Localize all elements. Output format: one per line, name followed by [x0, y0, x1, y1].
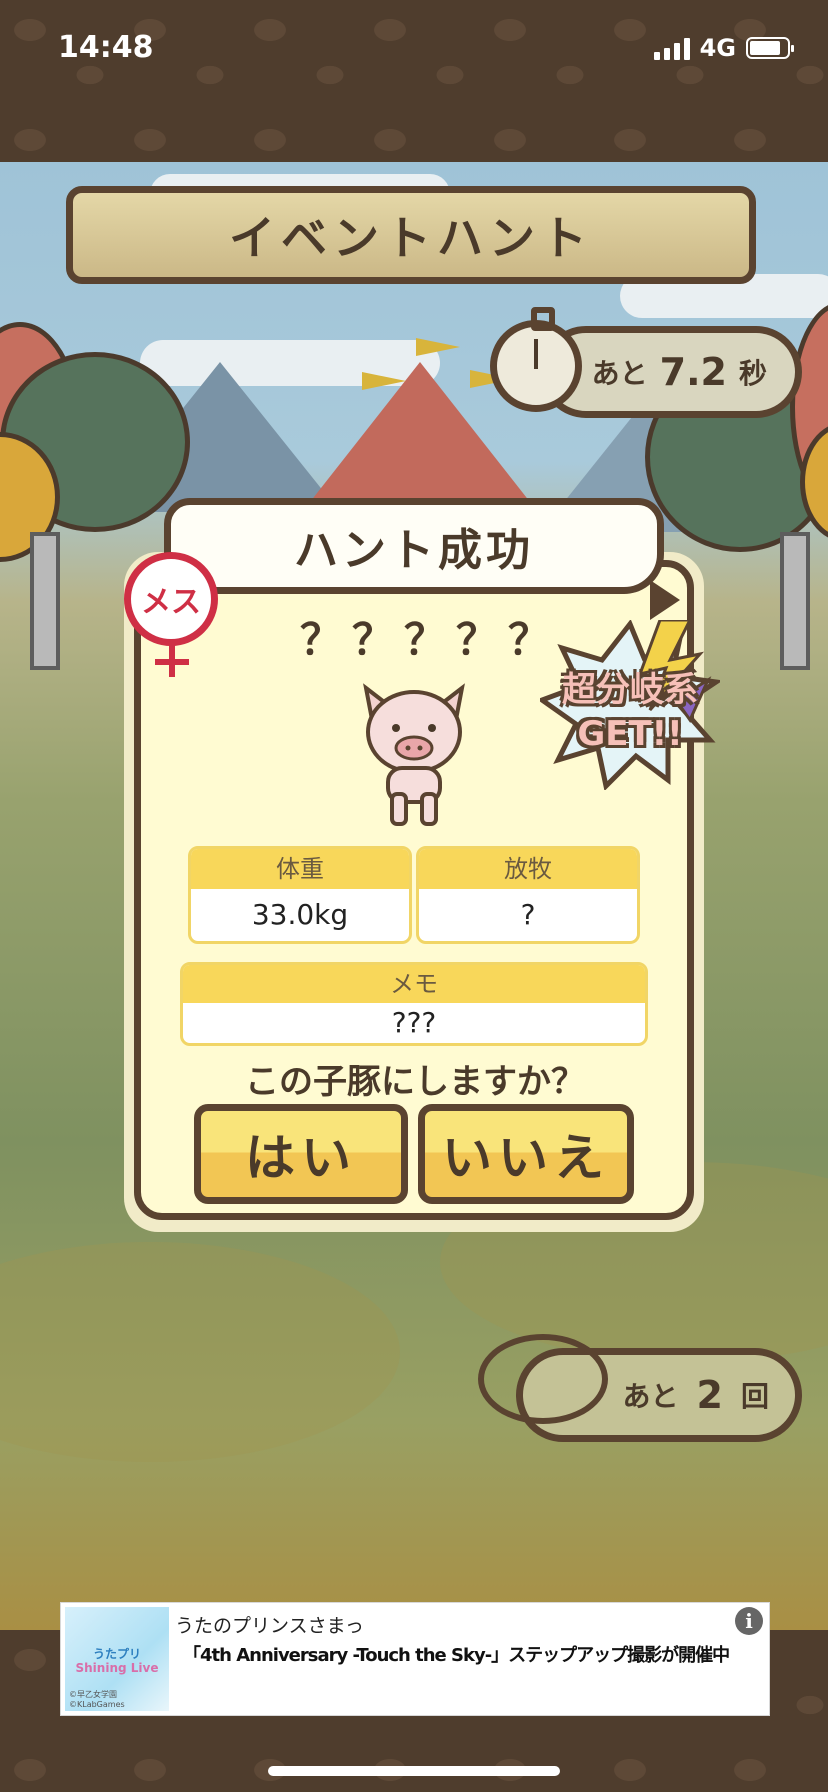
battery-icon	[746, 37, 794, 59]
branch-get-line1: 超分岐系	[562, 670, 698, 710]
signal-icon	[653, 36, 690, 60]
ad-image-subtitle: Shining Live	[75, 1661, 159, 1675]
success-banner: ハント成功	[164, 498, 664, 594]
attempts-unit: 回	[740, 1380, 769, 1413]
confirm-prompt: この子豚にしますか？	[245, 1062, 585, 1102]
lasso-icon	[478, 1334, 608, 1424]
home-indicator[interactable]	[268, 1766, 560, 1776]
attempts-prefix: あと	[622, 1380, 679, 1413]
status-indicators: 4G	[653, 34, 794, 62]
status-time: 14:48	[58, 30, 154, 65]
grazing-value: ?	[520, 898, 536, 931]
ad-image-title: うたプリ	[92, 1647, 141, 1661]
memo-box: メモ ???	[180, 962, 648, 1046]
timer-value: 7.2	[659, 350, 727, 394]
ad-title[interactable]: うたのプリンスさまっ	[175, 1611, 364, 1638]
ground-patch	[0, 1242, 400, 1462]
banner-tail	[650, 580, 680, 620]
network-label: 4G	[699, 34, 736, 62]
grazing-box: 放牧 ?	[416, 846, 640, 944]
memo-label: メモ	[183, 965, 645, 1003]
female-badge: メス	[124, 552, 218, 677]
ad-image[interactable]: うたプリ Shining Live ©早乙女学園 ©KLabGames	[65, 1607, 169, 1711]
page-title: イベントハント	[66, 186, 756, 284]
memo-value: ???	[391, 1006, 437, 1039]
female-badge-label: メス	[141, 585, 201, 620]
yes-button[interactable]: はい	[194, 1104, 408, 1204]
timer-prefix: あと	[591, 357, 648, 390]
tree-trunk	[780, 532, 810, 670]
ad-body[interactable]: 「4th Anniversary -Touch the Sky-」ステップアップ…	[183, 1641, 730, 1667]
weight-value: 33.0kg	[251, 898, 349, 931]
branch-get-line2: GET!!	[577, 714, 683, 754]
grazing-label: 放牧	[419, 849, 637, 889]
pig-name: ？？？？？	[300, 615, 561, 664]
stopwatch-icon	[490, 307, 582, 412]
top-pattern-band	[0, 0, 828, 162]
info-icon[interactable]: i	[735, 1607, 763, 1635]
weight-label: 体重	[191, 849, 409, 889]
attempts-value: 2	[696, 1373, 723, 1417]
ad-image-credit: ©早乙女学園 ©KLabGames	[69, 1690, 125, 1709]
tree-trunk	[30, 532, 60, 670]
timer-unit: 秒	[738, 357, 767, 390]
weight-box: 体重 33.0kg	[188, 846, 412, 944]
branch-get-label: 超分岐系 GET!!	[540, 668, 720, 756]
no-button[interactable]: いいえ	[418, 1104, 634, 1204]
ad-banner[interactable]: うたプリ Shining Live ©早乙女学園 ©KLabGames うたのプ…	[60, 1602, 770, 1716]
pig-icon	[363, 683, 465, 826]
